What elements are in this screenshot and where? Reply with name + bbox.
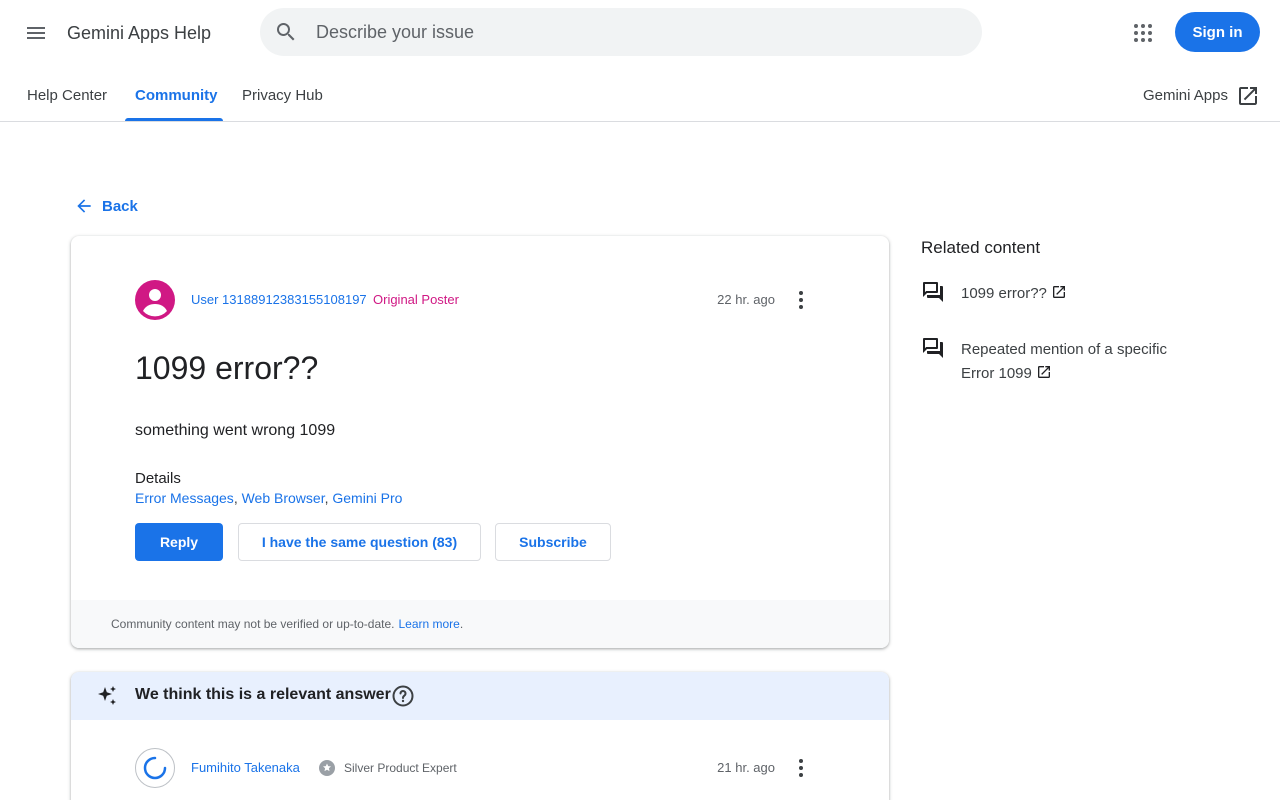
- question-card: User 13188912383155108197 Original Poste…: [71, 236, 889, 648]
- nav-bar: Help Center Community Privacy Hub Gemini…: [0, 70, 1280, 122]
- help-icon[interactable]: [391, 684, 415, 708]
- sparkle-icon: [98, 686, 116, 705]
- search-icon[interactable]: [274, 20, 298, 44]
- forum-icon: [923, 338, 943, 358]
- question-author[interactable]: User 13188912383155108197: [191, 292, 367, 307]
- tab-help-center[interactable]: Help Center: [27, 70, 107, 121]
- back-label: Back: [102, 197, 138, 215]
- silver-expert-badge-icon: [319, 760, 335, 776]
- answer-more-button[interactable]: [785, 752, 817, 784]
- detail-link-gemini-pro[interactable]: Gemini Pro: [332, 490, 402, 506]
- sign-in-button[interactable]: Sign in: [1175, 12, 1260, 52]
- tab-community[interactable]: Community: [135, 70, 218, 121]
- search-bar[interactable]: [260, 8, 982, 56]
- subscribe-button[interactable]: Subscribe: [495, 523, 611, 561]
- more-vert-icon: [799, 291, 803, 309]
- active-tab-indicator: [125, 118, 223, 121]
- details-links: Error Messages, Web Browser, Gemini Pro: [135, 490, 403, 506]
- more-vert-icon: [799, 759, 803, 777]
- gemini-apps-link[interactable]: Gemini Apps: [1143, 70, 1260, 121]
- top-bar: Gemini Apps Help Sign in: [0, 0, 1280, 66]
- open-in-new-icon: [1052, 286, 1065, 298]
- hamburger-menu-icon: [27, 27, 45, 39]
- relevant-answer-title: We think this is a relevant answer: [135, 686, 391, 703]
- user-avatar-icon: [135, 280, 175, 320]
- arrow-back-icon: [77, 199, 91, 213]
- google-apps-button[interactable]: [1123, 13, 1163, 53]
- question-more-button[interactable]: [785, 284, 817, 316]
- related-link-label: 1099 error??: [961, 285, 1047, 302]
- question-timestamp: 22 hr. ago: [717, 292, 775, 307]
- question-body: something went wrong 1099: [135, 422, 336, 439]
- search-input[interactable]: [316, 8, 956, 56]
- forum-icon: [923, 282, 943, 302]
- detail-link-web-browser[interactable]: Web Browser: [242, 490, 325, 506]
- learn-more-link[interactable]: Learn more: [398, 617, 459, 631]
- back-link[interactable]: Back: [74, 194, 138, 218]
- open-in-new-icon: [1037, 366, 1050, 378]
- apps-grid-icon: [1134, 24, 1152, 42]
- answer-timestamp: 21 hr. ago: [717, 760, 775, 775]
- detail-link-error-messages[interactable]: Error Messages: [135, 490, 234, 506]
- original-poster-badge: Original Poster: [373, 292, 459, 307]
- relevant-answer-header: We think this is a relevant answer: [71, 672, 889, 720]
- related-link[interactable]: 1099 error??: [961, 282, 1191, 306]
- app-title[interactable]: Gemini Apps Help: [67, 21, 211, 45]
- answer-author[interactable]: Fumihito Takenaka: [191, 760, 300, 775]
- open-in-new-icon: [1239, 86, 1257, 105]
- loading-spinner-icon: [143, 756, 167, 780]
- expert-level-label: Silver Product Expert: [344, 761, 457, 775]
- answer-avatar: [135, 748, 175, 788]
- relevant-answer-card: We think this is a relevant answer Fumih…: [71, 672, 889, 800]
- same-question-button[interactable]: I have the same question (83): [238, 523, 481, 561]
- question-title: 1099 error??: [135, 350, 319, 386]
- tab-privacy-hub[interactable]: Privacy Hub: [242, 70, 323, 121]
- related-content-title: Related content: [921, 238, 1041, 257]
- details-label: Details: [135, 470, 181, 487]
- related-link[interactable]: Repeated mention of a specific Error 109…: [961, 338, 1191, 386]
- gemini-apps-link-label: Gemini Apps: [1142, 87, 1228, 104]
- main-menu-button[interactable]: [16, 13, 56, 53]
- reply-button[interactable]: Reply: [135, 523, 223, 561]
- disclaimer-text: Community content may not be verified or…: [111, 617, 395, 631]
- related-link-label: Repeated mention of a specific Error 109…: [961, 341, 1167, 382]
- community-disclaimer: Community content may not be verified or…: [71, 600, 889, 648]
